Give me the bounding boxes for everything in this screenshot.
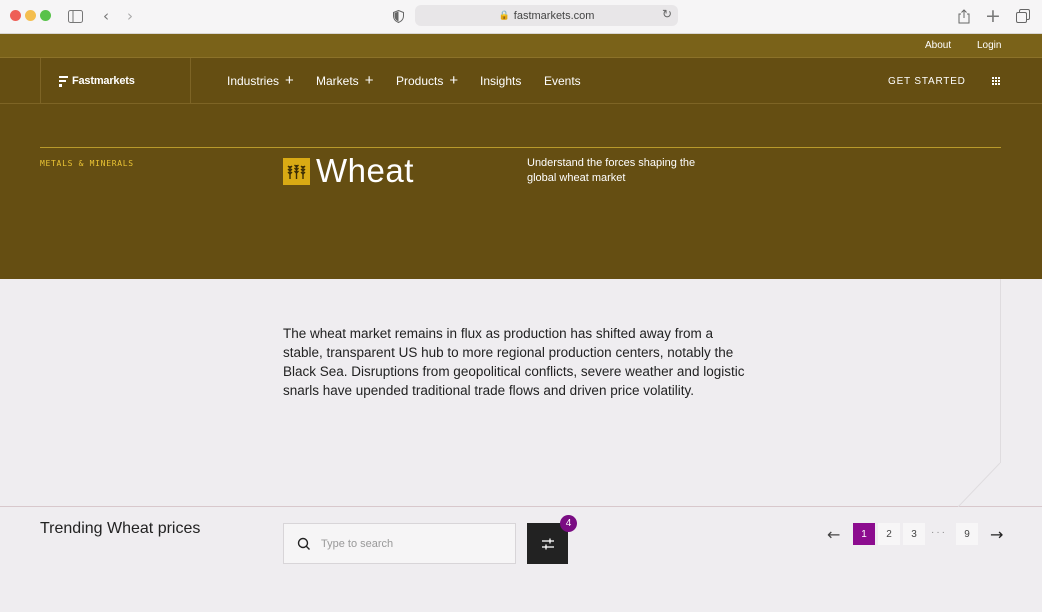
url-text: fastmarkets.com — [513, 9, 595, 22]
decorative-corner — [958, 462, 1001, 507]
pagination-ellipsis: ··· — [931, 527, 947, 538]
address-bar[interactable]: 🔒 fastmarkets.com ↻ — [415, 5, 678, 26]
section-heading: Trending Wheat prices — [40, 520, 201, 537]
nav-markets[interactable]: Markets + — [316, 72, 374, 89]
filter-sliders-icon — [541, 538, 554, 549]
page-button-1[interactable]: 1 — [853, 523, 875, 545]
logo-text: Fastmarkets — [72, 75, 135, 87]
next-page-icon[interactable]: → — [990, 525, 1003, 544]
hero-tagline: Understand the forces shaping the global… — [527, 157, 696, 184]
hero-section: About Login Fastmarkets Industries + Mark… — [0, 34, 1042, 279]
nav-products[interactable]: Products + — [396, 72, 459, 89]
main-nav: Fastmarkets Industries + Markets + Product… — [0, 58, 1042, 104]
wheat-icon — [283, 158, 310, 185]
page-button-last[interactable]: 9 — [956, 523, 978, 545]
page-button-3[interactable]: 3 — [903, 523, 925, 545]
nav-label: Insights — [480, 74, 522, 88]
nav-events[interactable]: Events — [544, 74, 581, 88]
intro-paragraph: The wheat market remains in flux as prod… — [283, 326, 745, 398]
plus-icon: + — [364, 72, 374, 89]
reload-icon[interactable]: ↻ — [662, 7, 672, 21]
about-link[interactable]: About — [925, 40, 951, 51]
lock-icon: 🔒 — [498, 10, 510, 20]
apps-grid-icon[interactable] — [992, 77, 1000, 85]
search-input[interactable] — [321, 537, 491, 550]
plus-icon: + — [285, 72, 294, 89]
forward-icon[interactable]: › — [121, 7, 139, 25]
search-icon — [297, 537, 310, 550]
browser-toolbar: ‹ › 🔒 fastmarkets.com ↻ + — [0, 0, 1042, 34]
logo[interactable]: Fastmarkets — [40, 58, 191, 104]
filter-count-badge: 4 — [560, 515, 577, 532]
nav-label: Events — [544, 74, 581, 88]
page-button-2[interactable]: 2 — [878, 523, 900, 545]
nav-label: Industries — [227, 74, 280, 88]
plus-icon: + — [449, 72, 459, 89]
utility-nav: About Login — [0, 34, 1042, 58]
back-icon[interactable]: ‹ — [97, 7, 115, 25]
category-label[interactable]: METALS & MINERALS — [40, 159, 134, 168]
search-box[interactable] — [283, 523, 516, 564]
privacy-shield-icon[interactable] — [389, 7, 407, 25]
fastmarkets-logo-icon — [59, 75, 68, 87]
hero-divider — [40, 147, 1001, 148]
nav-label: Products — [396, 74, 444, 88]
close-window-button[interactable] — [10, 10, 21, 21]
new-tab-icon[interactable]: + — [984, 5, 1002, 27]
login-link[interactable]: Login — [977, 40, 1001, 51]
get-started-button[interactable]: GET STARTED — [888, 76, 966, 87]
nav-industries[interactable]: Industries + — [227, 72, 294, 89]
page-title: Wheat — [316, 152, 414, 189]
intro-section: The wheat market remains in flux as prod… — [0, 279, 1042, 507]
tab-overview-icon[interactable] — [1014, 7, 1032, 25]
previous-page-icon[interactable]: ← — [827, 525, 840, 544]
share-icon[interactable] — [955, 7, 973, 25]
nav-insights[interactable]: Insights — [480, 74, 521, 88]
sidebar-toggle-icon[interactable] — [66, 7, 84, 25]
nav-label: Markets — [316, 74, 359, 88]
maximize-window-button[interactable] — [40, 10, 51, 21]
minimize-window-button[interactable] — [25, 10, 36, 21]
